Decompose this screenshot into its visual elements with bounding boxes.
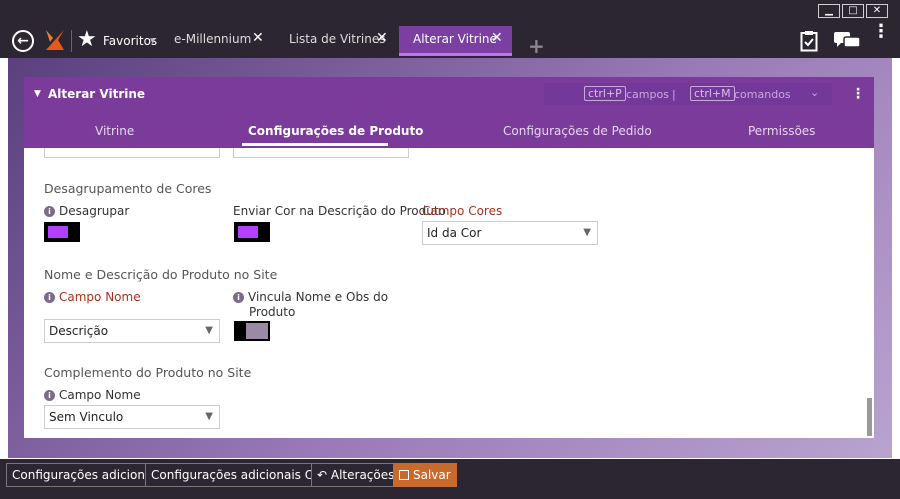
alteracoes-label: Alterações [330,468,395,482]
info-icon[interactable]: i [233,292,244,303]
configuracoes-adicionais-button[interactable]: Configurações adicionais [6,463,168,487]
toggle-fill [48,226,68,238]
window-controls: ▁ □ ✕ [818,4,888,18]
minimize-button[interactable]: ▁ [818,4,840,18]
info-icon[interactable]: i [44,390,55,401]
maximize-button[interactable]: □ [842,4,864,18]
form-content: Desagrupamento de Cores i Desagrupar Envi… [24,148,874,438]
close-icon[interactable]: ✕ [376,30,388,46]
shortcut-comandos-label: comandos [734,88,791,101]
kbd-ctrl-p: ctrl+P [584,86,626,101]
tab-vitrine[interactable]: Vitrine [95,124,134,138]
panel-title: Alterar Vitrine [48,87,146,101]
shortcut-campos-label: campos [626,88,669,101]
campo-nome-label: Campo Nome [59,290,141,304]
app-logo-icon [46,30,64,50]
chevron-down-icon[interactable]: ⌄ [810,86,819,99]
chevron-down-icon: ▼ [205,325,213,336]
tab-configuracoes-pedido[interactable]: Configurações de Pedido [503,124,652,138]
desagrupar-toggle[interactable] [44,222,80,242]
toggle-knob [236,323,246,339]
configuracoes-adicionais-oms-button[interactable]: Configurações adicionais OMS [145,463,339,487]
divider [71,30,72,52]
salvar-label: Salvar [413,468,451,482]
info-icon[interactable]: i [44,206,55,217]
save-icon [399,470,409,480]
field-campo-nome: i Campo Nome [44,290,141,304]
tab-label: e-Millennium [174,32,252,46]
clipboard-check-icon[interactable] [800,30,818,52]
enviar-cor-toggle[interactable] [234,222,270,242]
more-menu-icon[interactable]: ⋮ [872,23,890,41]
close-window-button[interactable]: ✕ [866,4,888,18]
field-complemento-campo-nome: i Campo Nome [44,388,141,402]
section-title-complemento: Complemento do Produto no Site [44,365,252,380]
tab-configuracoes-produto[interactable]: Configurações de Produto [248,124,423,138]
campo-nome-value: Descrição [49,324,109,338]
campo-cores-select[interactable]: Id da Cor ▼ [422,221,598,245]
vincula-label-line1: Vincula Nome e Obs do [248,290,389,304]
section-title-desagrupamento: Desagrupamento de Cores [44,181,212,196]
close-icon[interactable]: ✕ [491,30,503,46]
tab-permissoes[interactable]: Permissões [748,124,815,138]
kbd-ctrl-m: ctrl+M [690,86,735,101]
tab-label: Alterar Vitrine [413,32,497,46]
campo-cores-label: Campo Cores [422,204,503,218]
enviar-cor-label: Enviar Cor na Descrição do Produto [233,204,446,218]
partial-field[interactable] [44,148,220,158]
tab-e-millennium[interactable]: e-Millennium ✕ [168,26,272,56]
field-vincula: i Vincula Nome e Obs do [233,290,388,304]
panel-menu-icon[interactable]: ⋮ [851,86,865,102]
tab-label: Lista de Vitrines [289,32,386,46]
toggle-fill [238,226,258,238]
campo-cores-value: Id da Cor [427,226,482,240]
chevron-down-icon[interactable]: ▾ [150,34,156,47]
scrollbar[interactable] [867,398,872,436]
section-title-nome-descricao: Nome e Descrição do Produto no Site [44,267,278,282]
active-tab-indicator [242,143,388,146]
back-arrow-icon[interactable]: ← [12,30,34,52]
vincula-toggle[interactable] [234,321,270,341]
chevron-down-icon: ▼ [583,227,591,238]
panel-header: ▼ Alterar Vitrine ctrl+P campos | ctrl+M… [24,77,874,148]
collapse-caret-icon[interactable]: ▼ [34,89,41,99]
close-icon[interactable]: ✕ [252,30,264,46]
partial-field[interactable] [233,148,409,158]
history-icon: ↶ [317,468,328,482]
field-desagrupar: i Desagrupar [44,204,129,218]
star-icon[interactable]: ★ [77,27,97,52]
shortcut-bar[interactable]: ctrl+P campos | ctrl+M comandos ⌄ [544,83,832,105]
campo-nome-select[interactable]: Descrição ▼ [44,319,220,343]
chat-icon[interactable] [834,32,860,50]
chevron-down-icon: ▼ [205,411,213,422]
alteracoes-button[interactable]: ↶ Alterações [311,463,401,487]
tab-lista-de-vitrines[interactable]: Lista de Vitrines ✕ [284,26,396,56]
salvar-button[interactable]: Salvar [393,463,457,487]
complemento-campo-nome-select[interactable]: Sem Vinculo ▼ [44,405,220,429]
info-icon[interactable]: i [44,292,55,303]
tab-alterar-vitrine[interactable]: Alterar Vitrine ✕ [399,26,512,56]
complemento-campo-nome-label: Campo Nome [59,388,141,402]
add-tab-icon[interactable]: + [528,34,545,58]
vincula-label-line2: Produto [249,305,296,319]
desagrupar-label: Desagrupar [59,204,130,218]
shortcut-separator: | [672,88,676,101]
complemento-campo-nome-value: Sem Vinculo [49,410,124,424]
